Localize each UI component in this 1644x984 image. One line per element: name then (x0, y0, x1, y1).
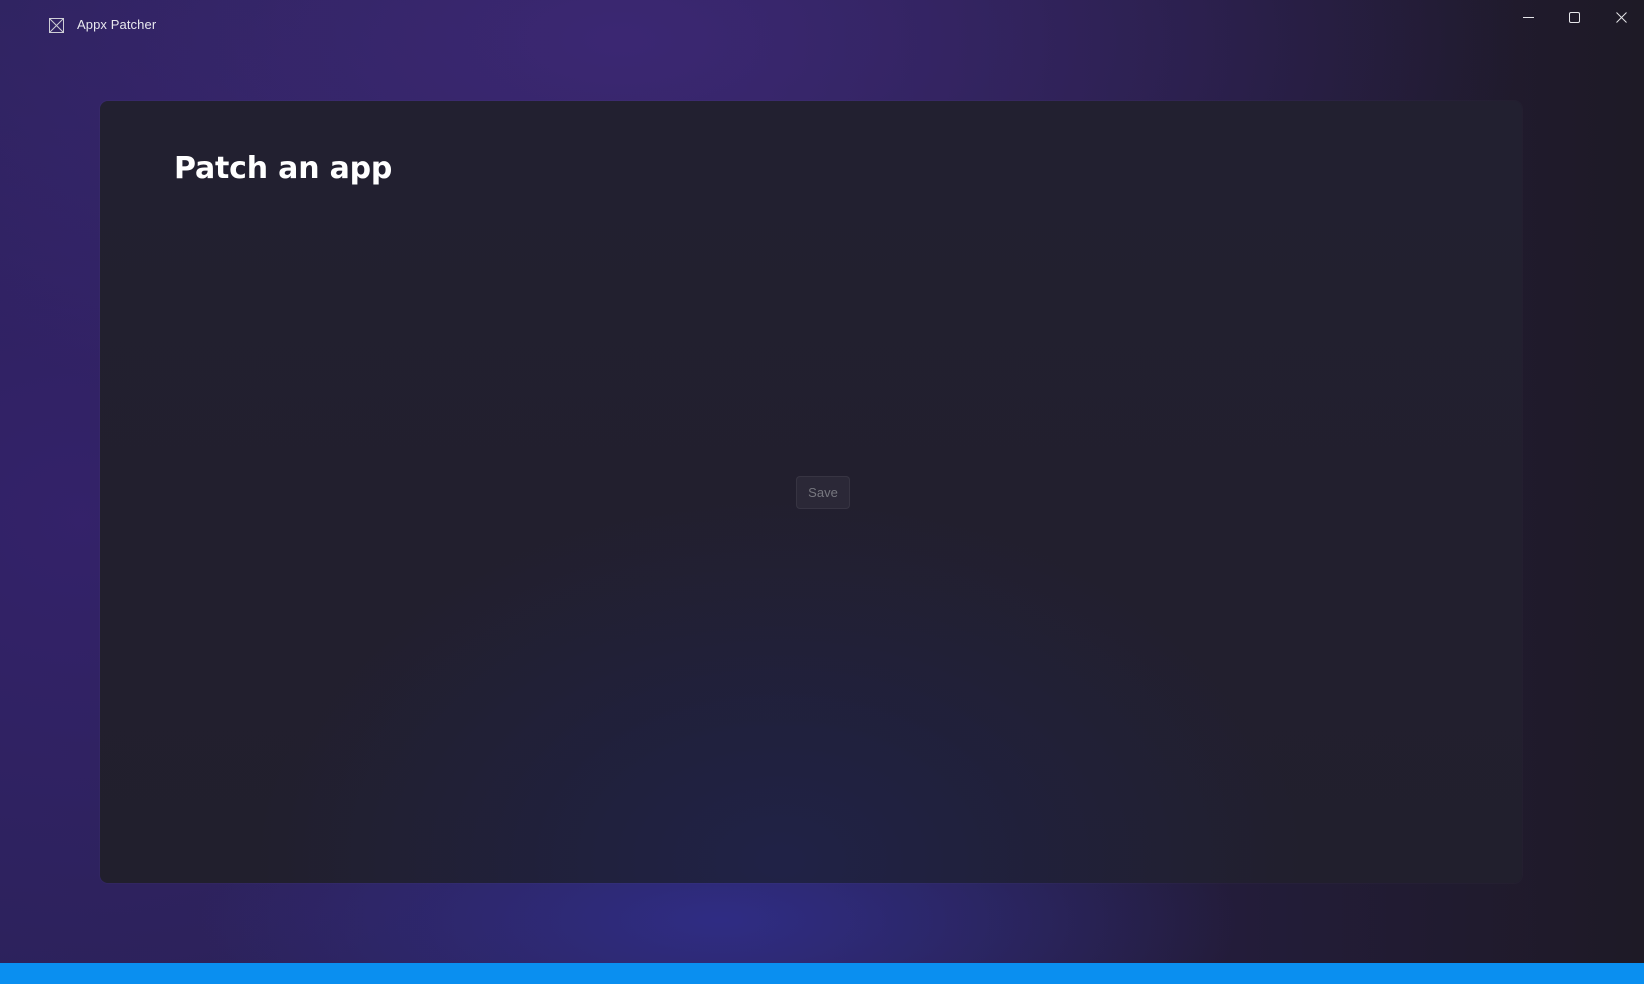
maximize-button[interactable] (1551, 0, 1597, 34)
minimize-button[interactable] (1505, 0, 1551, 34)
minimize-icon (1522, 12, 1534, 23)
app-window: Appx Patcher Patch an app Save (0, 0, 1644, 984)
close-button[interactable] (1598, 0, 1644, 34)
accent-border (0, 963, 1644, 984)
window-title: Appx Patcher (77, 17, 157, 32)
page-title: Patch an app (174, 151, 393, 186)
content-card: Patch an app Save (100, 101, 1522, 883)
save-button[interactable]: Save (796, 476, 850, 509)
placeholder-image-icon (49, 18, 64, 33)
title-bar[interactable]: Appx Patcher (0, 0, 1644, 50)
maximize-icon (1568, 11, 1580, 23)
close-icon (1615, 11, 1627, 23)
